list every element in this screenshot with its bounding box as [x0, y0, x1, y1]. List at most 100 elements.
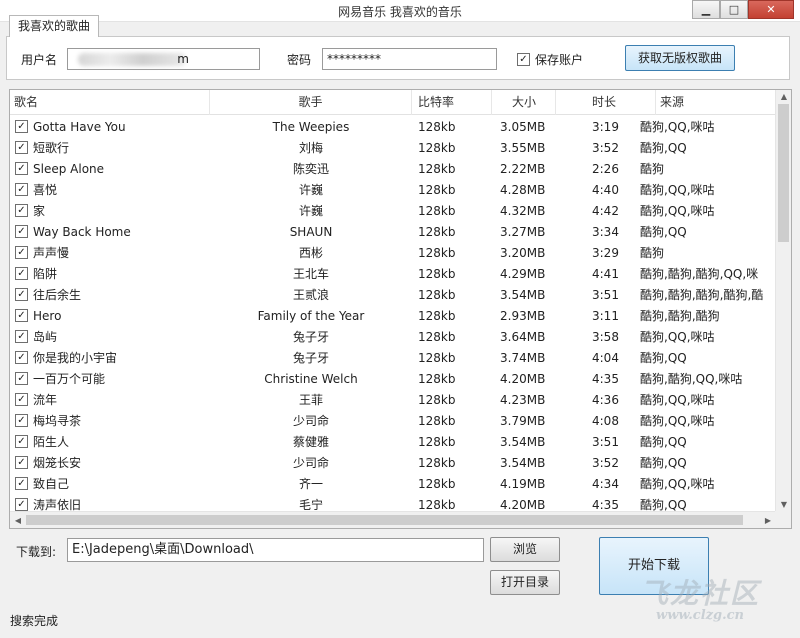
table-row[interactable]: ✓ Way Back Home SHAUN 128kb 3.27MB 3:34 酷狗,QQ [10, 221, 776, 242]
table-row[interactable]: ✓ 家许巍 128kb 4.32MB 4:42 酷狗,QQ,咪咕 [10, 200, 776, 221]
size-cell: 3.54MB [500, 455, 546, 470]
header-duration[interactable]: 时长 [556, 90, 656, 115]
row-checkbox[interactable]: ✓ [15, 372, 28, 385]
table-header: 歌名 歌手 比特率 大小 时长 来源 [10, 90, 776, 115]
header-title[interactable]: 歌名 [10, 90, 210, 115]
scroll-right-icon[interactable]: ▶ [760, 514, 776, 528]
table-row[interactable]: ✓ 岛屿 兔子牙 128kb 3.64MB 3:58 酷狗,QQ,咪咕 [10, 326, 776, 347]
table-row[interactable]: ✓ 喜悦 许巍 128kb 4.28MB 4:40 酷狗,QQ,咪咕 [10, 179, 776, 200]
artist-cell: 王菲 [298, 393, 323, 407]
source-cell: 酷狗,QQ [640, 351, 687, 365]
table-row[interactable]: ✓ 陌生人 蔡健雅 128kb 3.54MB 3:51 酷狗,QQ [10, 431, 776, 452]
table-row[interactable]: ✓ 梅坞寻茶 少司命 128kb 3.79MB 4:08 酷狗,QQ,咪咕 [10, 410, 776, 431]
window-title: 网易音乐 我喜欢的音乐 [338, 5, 462, 19]
close-button[interactable]: ✕ [748, 0, 794, 19]
row-checkbox[interactable]: ✓ [15, 162, 28, 175]
vertical-scroll-thumb[interactable] [778, 104, 789, 242]
song-title: 一百万个可能 [33, 372, 106, 386]
save-account-option[interactable]: ✓ 保存账户 [517, 51, 583, 68]
song-title: 家 [33, 204, 46, 218]
row-checkbox[interactable]: ✓ [15, 183, 28, 196]
title-cell: ✓ Sleep Alone [10, 162, 210, 176]
artist-cell: SHAUN [289, 224, 333, 239]
size-cell: 3.54MB [500, 434, 546, 449]
size-cell: 4.20MB [500, 497, 546, 512]
fetch-free-songs-button[interactable]: 获取无版权歌曲 [625, 45, 735, 71]
row-checkbox[interactable]: ✓ [15, 225, 28, 238]
table-row[interactable]: ✓ 短歌行 刘梅 128kb 3.55MB 3:52 酷狗,QQ [10, 137, 776, 158]
scroll-down-icon[interactable]: ▼ [776, 498, 791, 512]
username-input[interactable]: m [67, 48, 260, 70]
title-cell: ✓ 往后余生 [10, 286, 210, 303]
bitrate-cell: 128kb [418, 224, 456, 239]
scroll-corner [775, 511, 791, 528]
bitrate-cell: 128kb [418, 266, 456, 281]
table-row[interactable]: ✓ 一百万个可能 Christine Welch 128kb 4.20MB 4:35 酷狗,… [10, 368, 776, 389]
header-source[interactable]: 来源 [656, 90, 776, 115]
username-label: 用户名 [21, 53, 58, 67]
row-checkbox[interactable]: ✓ [15, 309, 28, 322]
watermark-url: www.clzg.cn [656, 608, 745, 623]
table-row[interactable]: ✓ Hero Family of the Year 128kb 2.93MB 3:11 酷狗… [10, 305, 776, 326]
row-checkbox[interactable]: ✓ [15, 498, 28, 511]
maximize-button[interactable]: □ [720, 0, 748, 19]
save-account-checkbox[interactable]: ✓ [517, 53, 530, 66]
bitrate-cell: 128kb [418, 476, 456, 491]
size-cell: 4.32MB [500, 203, 546, 218]
header-size[interactable]: 大小 [492, 90, 556, 115]
bitrate-cell: 128kb [418, 161, 456, 176]
table-row[interactable]: ✓ 往后余生 王贰浪 128kb 3.54MB 3:51 酷狗,酷狗,酷狗,酷狗,酷 [10, 284, 776, 305]
row-checkbox[interactable]: ✓ [15, 267, 28, 280]
vertical-scrollbar[interactable]: ▲ ▼ [775, 90, 791, 512]
row-checkbox[interactable]: ✓ [15, 246, 28, 259]
bitrate-cell: 128kb [418, 203, 456, 218]
table-row[interactable]: ✓ Gotta Have You The Weepies 128kb 3.05MB 3:1… [10, 116, 776, 137]
size-cell: 3.20MB [500, 245, 546, 260]
table-row[interactable]: ✓ 陷阱 王北车 128kb 4.29MB 4:41 酷狗,酷狗,酷狗,QQ,咪 [10, 263, 776, 284]
table-row[interactable]: ✓ 声声慢 西彬 128kb 3.20MB 3:29 酷狗 [10, 242, 776, 263]
row-checkbox[interactable]: ✓ [15, 477, 28, 490]
watermark: 飞龙社区 www.clzg.cn [640, 572, 790, 630]
row-checkbox[interactable]: ✓ [15, 435, 28, 448]
horizontal-scrollbar[interactable]: ◀ ▶ [10, 511, 776, 528]
artist-cell: Christine Welch [264, 371, 358, 386]
title-cell: ✓ 致自己 [10, 475, 210, 492]
source-cell: 酷狗,QQ,咪咕 [640, 204, 715, 218]
table-row[interactable]: ✓ Sleep Alone 陈奕迅 128kb 2.22MB 2:26 酷狗 [10, 158, 776, 179]
scroll-up-icon[interactable]: ▲ [776, 90, 791, 104]
browse-button[interactable]: 浏览 [490, 537, 560, 562]
row-checkbox[interactable]: ✓ [15, 393, 28, 406]
download-path-input[interactable]: E:\Jadepeng\桌面\Download\ [67, 538, 484, 562]
size-cell: 4.19MB [500, 476, 546, 491]
row-checkbox[interactable]: ✓ [15, 288, 28, 301]
table-row[interactable]: ✓ 致自己 齐一 128kb 4.19MB 4:34 酷狗,QQ,咪咕 [10, 473, 776, 494]
row-checkbox[interactable]: ✓ [15, 120, 28, 133]
close-icon: ✕ [766, 3, 776, 16]
song-table[interactable]: 歌名 歌手 比特率 大小 时长 来源 ✓ Gotta Have You The We… [9, 89, 792, 529]
row-checkbox[interactable]: ✓ [15, 204, 28, 217]
row-checkbox[interactable]: ✓ [15, 330, 28, 343]
minimize-button[interactable]: ▁ [692, 0, 720, 19]
row-checkbox[interactable]: ✓ [15, 351, 28, 364]
bitrate-cell: 128kb [418, 287, 456, 302]
size-cell: 3.27MB [500, 224, 546, 239]
header-artist[interactable]: 歌手 [210, 90, 412, 115]
row-checkbox[interactable]: ✓ [15, 141, 28, 154]
size-cell: 3.74MB [500, 350, 546, 365]
tab-favorite-songs[interactable]: 我喜欢的歌曲 [9, 15, 100, 37]
row-checkbox[interactable]: ✓ [15, 414, 28, 427]
table-row[interactable]: ✓ 你是我的小宇宙 兔子牙 128kb 3.74MB 4:04 酷狗,QQ [10, 347, 776, 368]
table-row[interactable]: ✓ 流年 王菲 128kb 4.23MB 4:36 酷狗,QQ,咪咕 [10, 389, 776, 410]
song-title: 致自己 [33, 477, 70, 491]
duration-cell: 3:29 [592, 245, 619, 260]
password-input[interactable]: ********* [322, 48, 497, 70]
horizontal-scroll-thumb[interactable] [26, 515, 743, 525]
header-bitrate[interactable]: 比特率 [412, 90, 492, 115]
scroll-left-icon[interactable]: ◀ [10, 514, 26, 528]
open-directory-button[interactable]: 打开目录 [490, 570, 560, 595]
bitrate-cell: 128kb [418, 350, 456, 365]
row-checkbox[interactable]: ✓ [15, 456, 28, 469]
bitrate-cell: 128kb [418, 497, 456, 512]
title-cell: ✓ 一百万个可能 [10, 370, 210, 387]
table-row[interactable]: ✓ 烟笼长安 少司命 128kb 3.54MB 3:52 酷狗,QQ [10, 452, 776, 473]
